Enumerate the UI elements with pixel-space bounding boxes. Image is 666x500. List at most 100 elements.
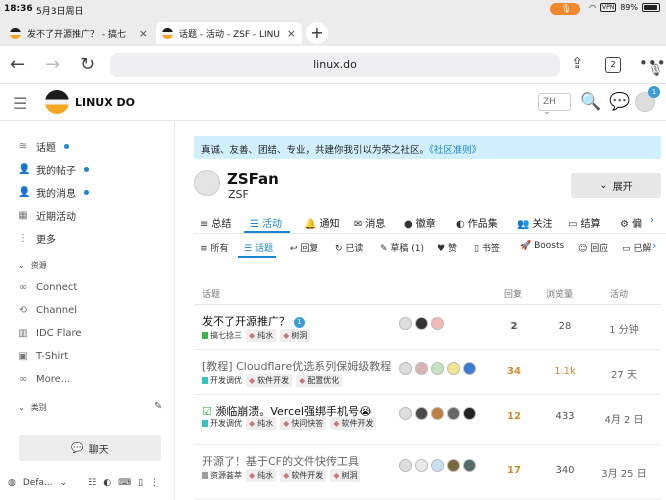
- poster-avatar[interactable]: [447, 407, 460, 420]
- filter-drafts[interactable]: ✎ 草稿 (1): [380, 241, 424, 254]
- more-vertical-icon[interactable]: ⋮: [150, 478, 159, 488]
- category-label[interactable]: 开发调优: [202, 375, 242, 386]
- contrast-icon[interactable]: ◐: [103, 478, 111, 488]
- tab-notifications[interactable]: 🔔 通知: [304, 215, 339, 230]
- address-bar[interactable]: linux.do 🎙: [110, 53, 663, 77]
- search-icon[interactable]: 🔍: [580, 92, 601, 112]
- sidebar-item-my-posts[interactable]: 👤 我的帖子: [18, 160, 89, 178]
- new-tab-button[interactable]: +: [306, 22, 328, 44]
- tab-badges[interactable]: ● 徽章: [404, 215, 436, 230]
- table-row[interactable]: ☑ 濒临崩溃。Vercel强绑手机号😭 开发调优 ◆ 纯水 ◆ 快问快答 ◆ 软件开发 12 43…: [194, 395, 661, 445]
- chat-button[interactable]: 💬 聊天: [19, 435, 161, 461]
- poster-avatar[interactable]: [399, 407, 412, 420]
- browser-tab-2[interactable]: 话题 - 活动 - ZSF - LINU ×: [156, 22, 302, 44]
- topic-title-link[interactable]: 发不了开源推广？ 1: [202, 313, 305, 329]
- poster-avatar[interactable]: [463, 362, 476, 375]
- filter-all[interactable]: ≡ 所有: [200, 241, 228, 254]
- tab-follow[interactable]: 👥 关注: [517, 215, 552, 230]
- col-header-views[interactable]: 浏览量: [546, 287, 573, 300]
- poster-avatar[interactable]: [415, 407, 428, 420]
- reply-count[interactable]: 2: [504, 321, 524, 332]
- sidebar-item-more[interactable]: ⋮ 更多: [18, 229, 56, 247]
- tag-chip[interactable]: ◆ 树洞: [330, 469, 361, 482]
- poster-avatar[interactable]: [399, 317, 412, 330]
- tag-chip[interactable]: ◆ 纯水: [246, 329, 277, 342]
- poster-avatar[interactable]: [399, 362, 412, 375]
- site-name[interactable]: LINUX DO: [75, 96, 135, 109]
- topic-title-link[interactable]: 开源了！基于CF的文件快传工具: [202, 453, 359, 469]
- filter-boosts[interactable]: 🚀 Boosts: [520, 241, 564, 251]
- tag-chip[interactable]: ◆ 纯水: [246, 417, 277, 430]
- device-icon[interactable]: ▯: [138, 478, 143, 488]
- tab-close-icon[interactable]: ×: [139, 27, 148, 40]
- table-row[interactable]: [教程] Cloudflare优选系列保姆级教程 开发调优 ◆ 软件开发 ◆ 配置优化 34…: [194, 350, 661, 395]
- chevron-right-icon[interactable]: ›: [652, 239, 656, 252]
- filter-topics[interactable]: ☰ 话题: [244, 241, 273, 254]
- category-label[interactable]: 开发调优: [202, 418, 242, 429]
- tag-chip[interactable]: ◆ 软件开发: [246, 374, 293, 387]
- activity-time[interactable]: 4月 2 日: [599, 411, 649, 426]
- tab-activity[interactable]: ☰ 活动: [250, 215, 282, 230]
- filter-solved[interactable]: ▭ 已解: [622, 241, 651, 254]
- footer-select[interactable]: Defa...: [23, 478, 53, 488]
- category-label[interactable]: 资源荟萃: [202, 470, 242, 481]
- sidebar-link-more[interactable]: ∞ More...: [18, 370, 71, 388]
- table-row[interactable]: 开源了！基于CF的文件快传工具 资源荟萃 ◆ 纯水 ◆ 软件开发 ◆ 树洞 17 340 3月 25…: [194, 445, 661, 500]
- activity-time[interactable]: 3月 25 日: [599, 465, 649, 480]
- tag-chip[interactable]: ◆ 快问快答: [280, 417, 327, 430]
- expand-button[interactable]: ⌄ 展开: [571, 173, 661, 198]
- poster-avatar[interactable]: [431, 459, 444, 472]
- poster-avatar[interactable]: [415, 317, 428, 330]
- notification-badge[interactable]: 1: [648, 86, 660, 98]
- poster-avatar[interactable]: [415, 459, 428, 472]
- poster-avatar[interactable]: [447, 362, 460, 375]
- tab-portfolio[interactable]: ◐ 作品集: [456, 215, 498, 230]
- filter-bookmarks[interactable]: ▯ 书签: [474, 241, 500, 254]
- keyboard-icon[interactable]: ⌨: [118, 478, 131, 488]
- tag-chip[interactable]: ◆ 纯水: [246, 469, 277, 482]
- edit-pencil-icon[interactable]: ✎: [154, 401, 162, 412]
- sidebar-section-resources[interactable]: ⌄ 资源: [18, 260, 47, 271]
- filter-likes[interactable]: ♥ 赞: [437, 241, 457, 254]
- sliders-icon[interactable]: ☷: [88, 478, 96, 488]
- more-options-icon[interactable]: •••: [639, 54, 666, 72]
- tab-billing[interactable]: ▭ 结算: [568, 215, 600, 230]
- filter-read[interactable]: ↻ 已读: [335, 241, 363, 254]
- category-label[interactable]: 搞七捻三: [202, 330, 242, 341]
- browser-tab-1[interactable]: 发不了开源推广？ - 搞七 ×: [4, 22, 154, 44]
- unread-badge[interactable]: 1: [294, 316, 305, 328]
- sidebar-link-tshirt[interactable]: ▣ T-Shirt: [18, 347, 68, 365]
- topic-title-link[interactable]: [教程] Cloudflare优选系列保姆级教程: [202, 358, 391, 374]
- reply-count[interactable]: 12: [504, 411, 524, 422]
- filter-replies[interactable]: ↩ 回复: [290, 241, 318, 254]
- share-icon[interactable]: ⇪: [571, 54, 584, 72]
- poster-avatar[interactable]: [463, 459, 476, 472]
- tab-count-button[interactable]: 2: [605, 57, 621, 73]
- tab-messages[interactable]: ✉ 消息: [354, 215, 385, 230]
- guidelines-link[interactable]: 《社区准则》: [429, 145, 481, 156]
- poster-avatar[interactable]: [415, 362, 428, 375]
- poster-avatar[interactable]: [431, 407, 444, 420]
- profile-avatar[interactable]: [194, 170, 220, 196]
- activity-time[interactable]: 1 分钟: [599, 321, 649, 336]
- col-header-replies[interactable]: 回复: [504, 287, 522, 300]
- chat-bubble-icon[interactable]: 💬: [609, 92, 630, 112]
- table-row[interactable]: 发不了开源推广？ 1 搞七捻三 ◆ 纯水 ◆ 树洞 2 28 1 分钟: [194, 305, 661, 350]
- poster-avatar[interactable]: [431, 362, 444, 375]
- tab-preferences[interactable]: ⚙ 偏: [620, 215, 642, 230]
- tab-summary[interactable]: ≡ 总结: [200, 215, 231, 230]
- tag-chip[interactable]: ◆ 软件开发: [330, 417, 377, 430]
- col-header-activity[interactable]: 活动: [610, 287, 628, 300]
- site-logo[interactable]: [45, 90, 69, 114]
- filter-reactions[interactable]: ☺ 回应: [578, 241, 608, 254]
- poster-avatar[interactable]: [447, 459, 460, 472]
- sidebar-link-connect[interactable]: ∞ Connect: [18, 278, 78, 296]
- tab-close-icon[interactable]: ×: [287, 27, 296, 40]
- sidebar-item-topics[interactable]: ≋ 话题: [18, 137, 69, 155]
- poster-avatar[interactable]: [431, 317, 444, 330]
- forward-arrow-icon[interactable]: →: [45, 54, 60, 75]
- reply-count[interactable]: 17: [504, 465, 524, 476]
- chevron-right-icon[interactable]: ›: [650, 215, 654, 226]
- reload-icon[interactable]: ↻: [80, 54, 95, 75]
- sidebar-link-channel[interactable]: ⟲ Channel: [18, 301, 77, 319]
